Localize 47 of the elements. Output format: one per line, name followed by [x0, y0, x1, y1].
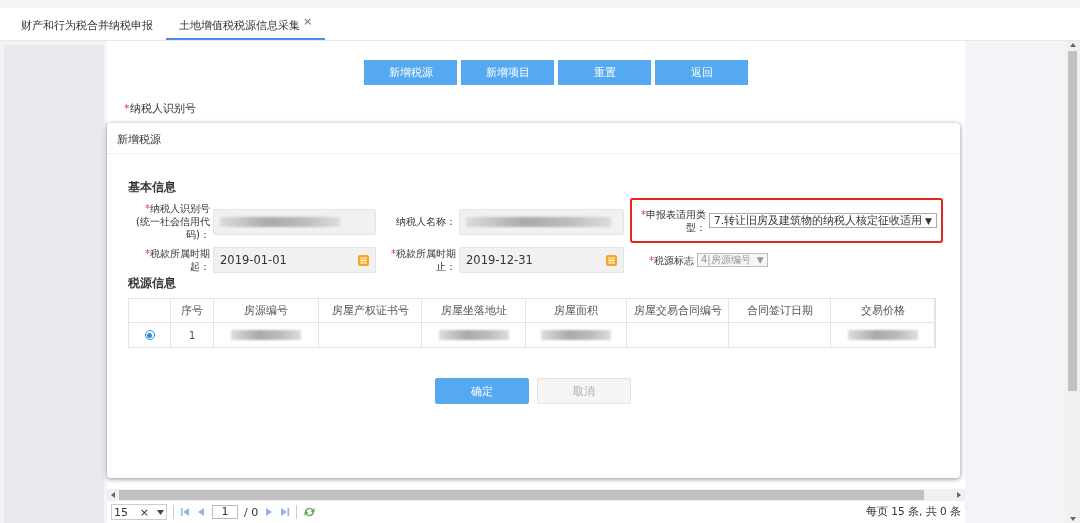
text-field[interactable] [459, 208, 624, 235]
select-field[interactable]: 7.转让旧房及建筑物的纳税人核定征收适用 ▼ [709, 213, 937, 228]
section-title: 基本信息 [128, 179, 177, 196]
page-size-select[interactable]: 15 × [111, 504, 167, 520]
field-label: *纳税人识别号(统一社会信用代码)： [135, 202, 210, 241]
close-icon[interactable]: × [303, 15, 313, 28]
table-cell: 1 [171, 323, 214, 347]
column-header: 房屋交易合同编号 [627, 299, 729, 323]
calendar-icon[interactable] [358, 254, 369, 266]
column-header: 合同签订日期 [729, 299, 831, 323]
field-label: *税款所属时期起： [144, 247, 210, 273]
field-label: *申报表适用类型： [640, 207, 706, 234]
scroll-right-icon[interactable] [957, 492, 961, 498]
scroll-down-icon[interactable] [1069, 517, 1076, 521]
column-header: 房屋面积 [526, 299, 627, 323]
page-summary: 每页 15 条, 共 0 条 [865, 505, 961, 519]
calendar-icon[interactable] [606, 254, 617, 266]
scroll-left-icon[interactable] [111, 492, 115, 498]
caret-icon[interactable] [157, 509, 164, 515]
column-header: 房屋坐落地址 [422, 299, 526, 323]
last-page-icon[interactable] [280, 507, 291, 517]
field-label: 纳税人名称： [395, 215, 456, 228]
redacted-value [438, 330, 509, 340]
text-field[interactable] [213, 208, 376, 235]
field-label: *税源标志 [648, 253, 694, 267]
column-header: 交易价格 [831, 299, 935, 323]
field-label: *税款所属时期止： [390, 247, 456, 273]
horizontal-scrollbar[interactable] [107, 489, 965, 501]
section-title: 税源信息 [128, 275, 177, 292]
date-field[interactable]: 2019-12-31 [459, 247, 624, 273]
first-page-icon[interactable] [180, 507, 190, 517]
redacted-value [847, 330, 918, 340]
field-label: *纳税人识别号 [124, 101, 196, 116]
redacted-value [231, 330, 301, 340]
refresh-icon[interactable] [303, 506, 317, 518]
date-field[interactable]: 2019-01-01 [213, 247, 376, 273]
dialog-title: 新增税源 [107, 123, 960, 154]
redacted-value [541, 330, 611, 340]
vertical-scrollbar[interactable] [1065, 41, 1080, 523]
previous-page-icon[interactable] [196, 507, 206, 517]
tab[interactable]: 财产和行为税合并纳税申报 [8, 8, 166, 40]
page-input[interactable]: 1 [212, 505, 238, 519]
page-total: / 0 [244, 505, 259, 519]
scroll-up-icon[interactable] [1069, 43, 1076, 47]
column-header: 房源编号 [214, 299, 319, 323]
column-header: 房屋产权证书号 [319, 299, 422, 323]
column-header: 序号 [171, 299, 214, 323]
